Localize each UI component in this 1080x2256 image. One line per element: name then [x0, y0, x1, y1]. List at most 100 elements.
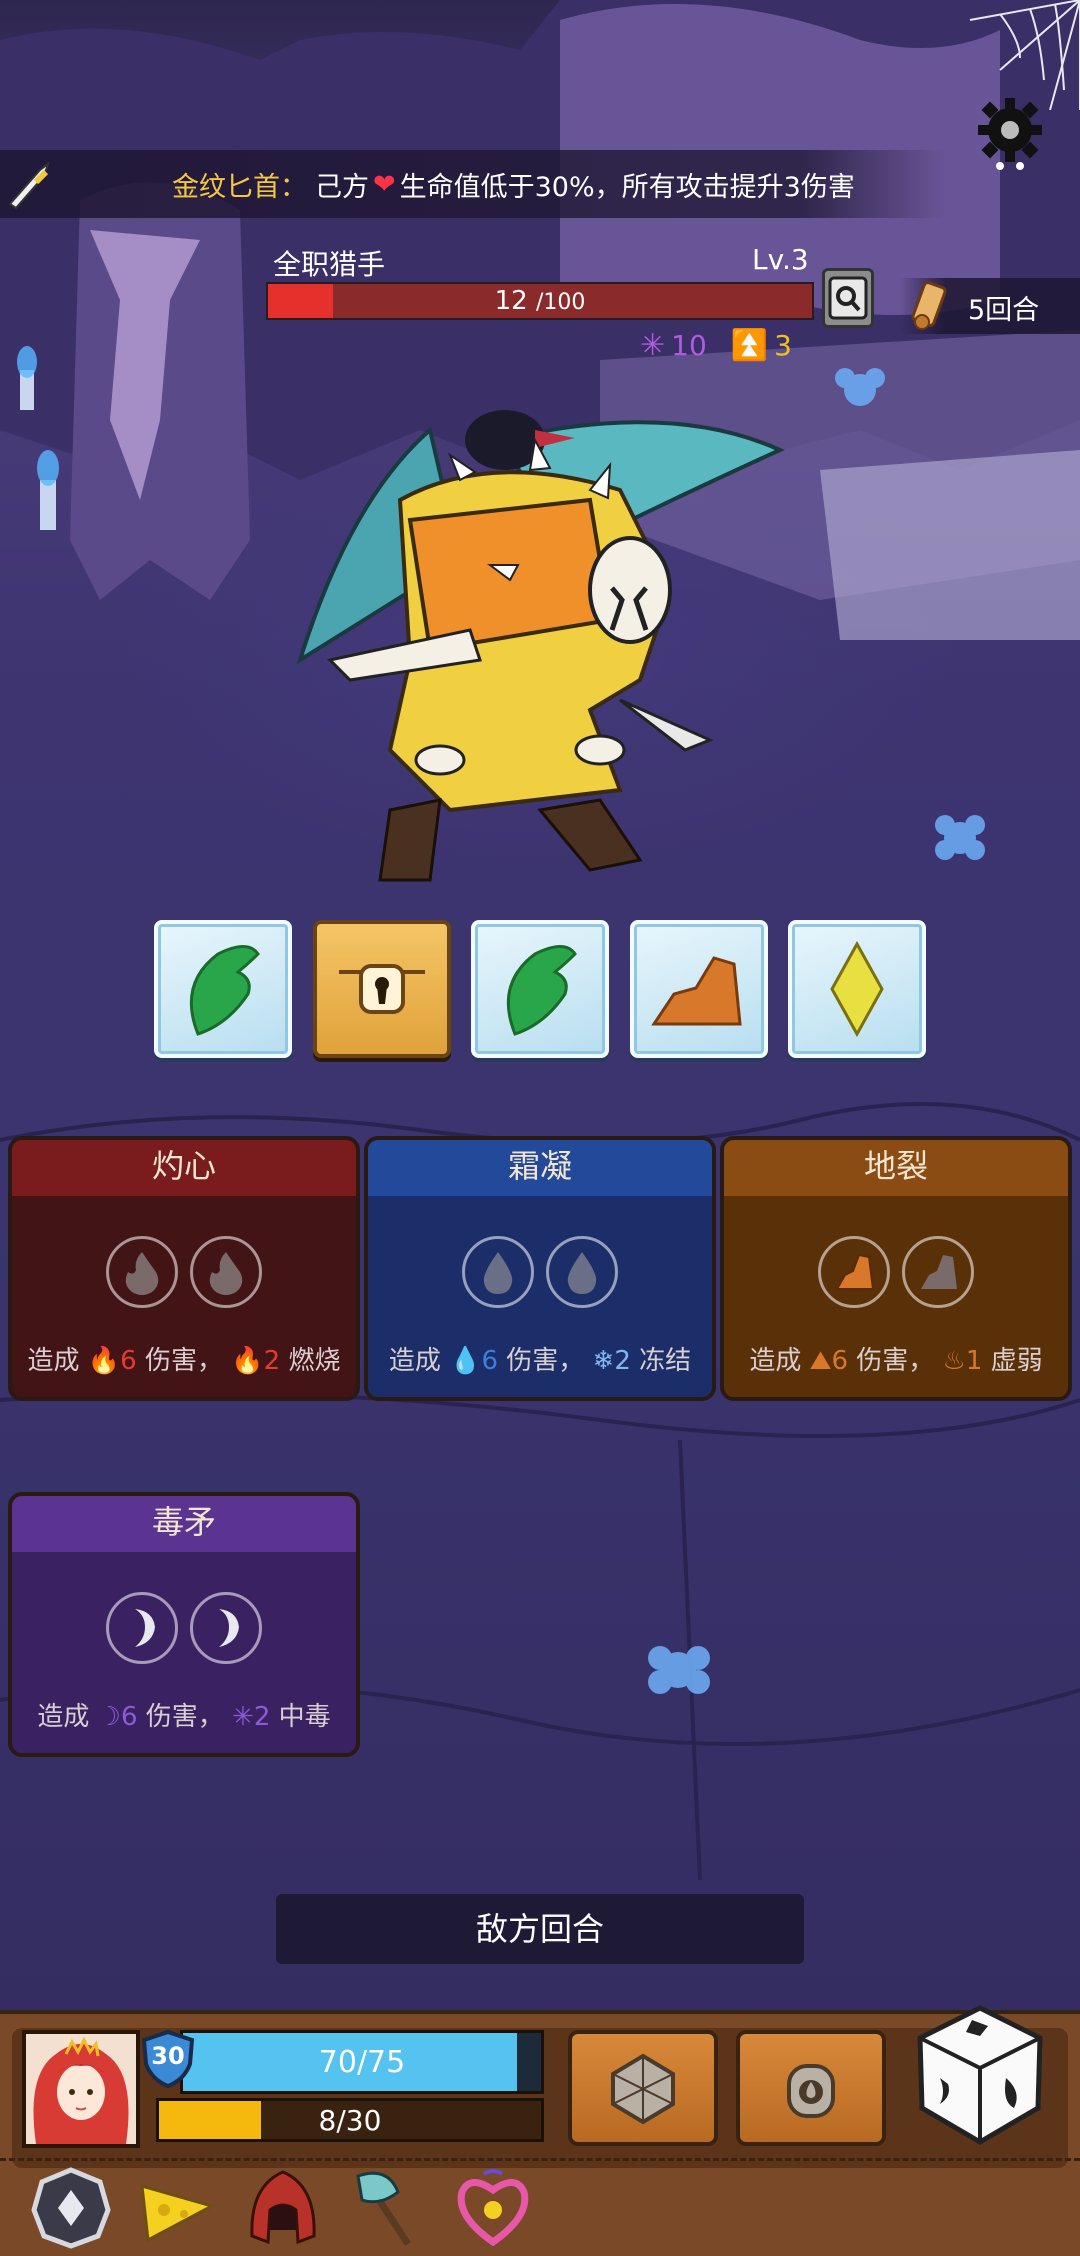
gear-icon: [978, 98, 1042, 170]
potion-button[interactable]: [736, 2030, 886, 2146]
burn-icon: 🔥: [231, 1346, 264, 1376]
skill-title: 霜凝: [368, 1140, 712, 1196]
dice-slot-4[interactable]: [630, 920, 768, 1058]
effect-name: 虚弱: [990, 1346, 1043, 1376]
relic-description: 生命值低于30%，所有攻击提升3伤害: [399, 171, 855, 203]
rock-icon: [835, 1253, 875, 1290]
compass-relic-icon[interactable]: [28, 2166, 114, 2250]
hood-relic-icon[interactable]: [240, 2166, 326, 2250]
skill-dice-slots: [12, 1592, 356, 1664]
dice-slot-1[interactable]: [154, 920, 292, 1058]
skill-card-poison[interactable]: 毒矛 造成 ☽6 伤害， ✳2 中毒: [8, 1492, 360, 1757]
poison-icon: ✳: [640, 328, 666, 363]
relic-name: 金纹匕首: [172, 171, 280, 203]
skill-card-earth[interactable]: 地裂 造成 ⛰6 伤害， ♨1 虚弱: [720, 1136, 1072, 1401]
shield-up-icon: ⏫: [730, 328, 769, 363]
dice-slot-5[interactable]: [788, 920, 926, 1058]
leaf-icon: [189, 945, 260, 1036]
player-exp-text: 8/30: [318, 2104, 382, 2137]
skill-title: 毒矛: [12, 1496, 356, 1552]
relic-target-side: 己方: [315, 171, 369, 203]
enemy-intent-shield: 3: [774, 329, 792, 362]
enemy-name: 全职猎手: [273, 248, 386, 281]
diamond-icon: [830, 940, 884, 1038]
water-drop-icon: [567, 1252, 597, 1294]
moon-icon: [219, 1609, 239, 1647]
desc-prefix: 造成: [388, 1346, 441, 1376]
dice-bag-button[interactable]: [568, 2030, 718, 2146]
turn-counter: 5回合: [968, 295, 1040, 326]
skill-damage: 6: [831, 1346, 848, 1376]
enemy-level: Lv.3: [752, 243, 809, 276]
water-slot[interactable]: [462, 1236, 534, 1308]
axe-relic-icon[interactable]: [346, 2166, 432, 2250]
avatar: [26, 2034, 136, 2144]
skill-description: 造成 ⛰6 伤害， ♨1 虚弱: [724, 1340, 1068, 1377]
rock-icon: [651, 956, 742, 1026]
enemy-hp-text: 12 /100: [268, 284, 812, 320]
enemy-hp-current: 12: [494, 286, 528, 316]
rock-icon: ⛰: [809, 1346, 832, 1376]
moon-slot[interactable]: [190, 1592, 262, 1664]
settings-button[interactable]: [970, 92, 1050, 172]
player-level: 30: [151, 2042, 185, 2070]
desc-mid: 伤害，: [144, 1346, 223, 1376]
skill-damage: 6: [120, 1702, 138, 1732]
keyhole-lock-icon: [339, 964, 425, 1014]
effect-value: 2: [253, 1702, 271, 1732]
desc-prefix: 造成: [27, 1346, 80, 1376]
skill-card-frost[interactable]: 霜凝 造成 💧6 伤害， ❄2 冻结: [364, 1136, 716, 1401]
player-hp-bar: 70/75: [180, 2030, 544, 2094]
roll-dice-button[interactable]: [910, 2000, 1050, 2150]
heart-icon: ❤: [373, 168, 396, 200]
fire-slot[interactable]: [106, 1236, 178, 1308]
earth-slot[interactable]: [902, 1236, 974, 1308]
desc-prefix: 造成: [749, 1346, 802, 1376]
enemy-intent-poison: 10: [671, 329, 707, 362]
fire-slot[interactable]: [190, 1236, 262, 1308]
skill-damage: 6: [120, 1346, 137, 1376]
heart-amulet-relic-icon[interactable]: [450, 2166, 536, 2250]
leaf-icon: [506, 945, 577, 1036]
water-slot[interactable]: [546, 1236, 618, 1308]
effect-value: 2: [614, 1346, 631, 1376]
enemy-hp-max: /100: [535, 290, 586, 315]
skill-card-fire[interactable]: 灼心 造成 🔥6 伤害， 🔥2 燃烧: [8, 1136, 360, 1401]
effect-name: 燃烧: [288, 1346, 341, 1376]
water-drop-icon: 💧: [449, 1346, 482, 1376]
jar-icon: [787, 2064, 835, 2118]
enemy-hunter-sprite[interactable]: [290, 360, 790, 890]
relic-separator: ：: [280, 171, 307, 203]
skill-title: 灼心: [12, 1140, 356, 1196]
desc-mid: 伤害，: [145, 1702, 224, 1732]
enemy-hp-bar: 12 /100: [266, 282, 814, 320]
skill-description: 造成 💧6 伤害， ❄2 冻结: [368, 1340, 712, 1377]
moon-icon: ☽: [97, 1702, 121, 1732]
cheese-relic-icon[interactable]: [134, 2166, 220, 2250]
fire-icon: [125, 1252, 159, 1295]
skill-dice-slots: [368, 1236, 712, 1308]
weak-icon: ♨: [942, 1346, 966, 1376]
poison-icon: ✳: [232, 1702, 254, 1732]
water-drop-icon: [483, 1252, 513, 1294]
active-relic-banner: 金纹匕首 ： 己方 ❤ 生命值低于30%，所有攻击提升3伤害: [0, 150, 945, 218]
enemy-intent: ✳ 10 ⏫ 3: [640, 328, 792, 363]
desc-mid: 伤害，: [856, 1346, 935, 1376]
skill-description: 造成 🔥6 伤害， 🔥2 燃烧: [12, 1340, 356, 1377]
scroll-icon: [911, 281, 947, 330]
snowflake-icon: ❄: [592, 1346, 615, 1376]
dice-slot-2-locked[interactable]: [313, 920, 451, 1058]
skill-dice-slots: [724, 1236, 1068, 1308]
moon-slot[interactable]: [106, 1592, 178, 1664]
player-portrait[interactable]: [22, 2030, 140, 2148]
fire-icon: 🔥: [87, 1346, 121, 1376]
dagger-icon: [8, 161, 50, 210]
skill-title: 地裂: [724, 1140, 1068, 1196]
inspect-enemy-button[interactable]: [822, 268, 874, 328]
effect-name: 冻结: [639, 1346, 692, 1376]
earth-slot-filled[interactable]: [818, 1236, 890, 1308]
enemy-turn-banner: 敌方回合: [276, 1894, 804, 1964]
skill-dice-slots: [12, 1236, 356, 1308]
dice-slot-3[interactable]: [471, 920, 609, 1058]
panel-divider: [0, 2158, 1080, 2161]
